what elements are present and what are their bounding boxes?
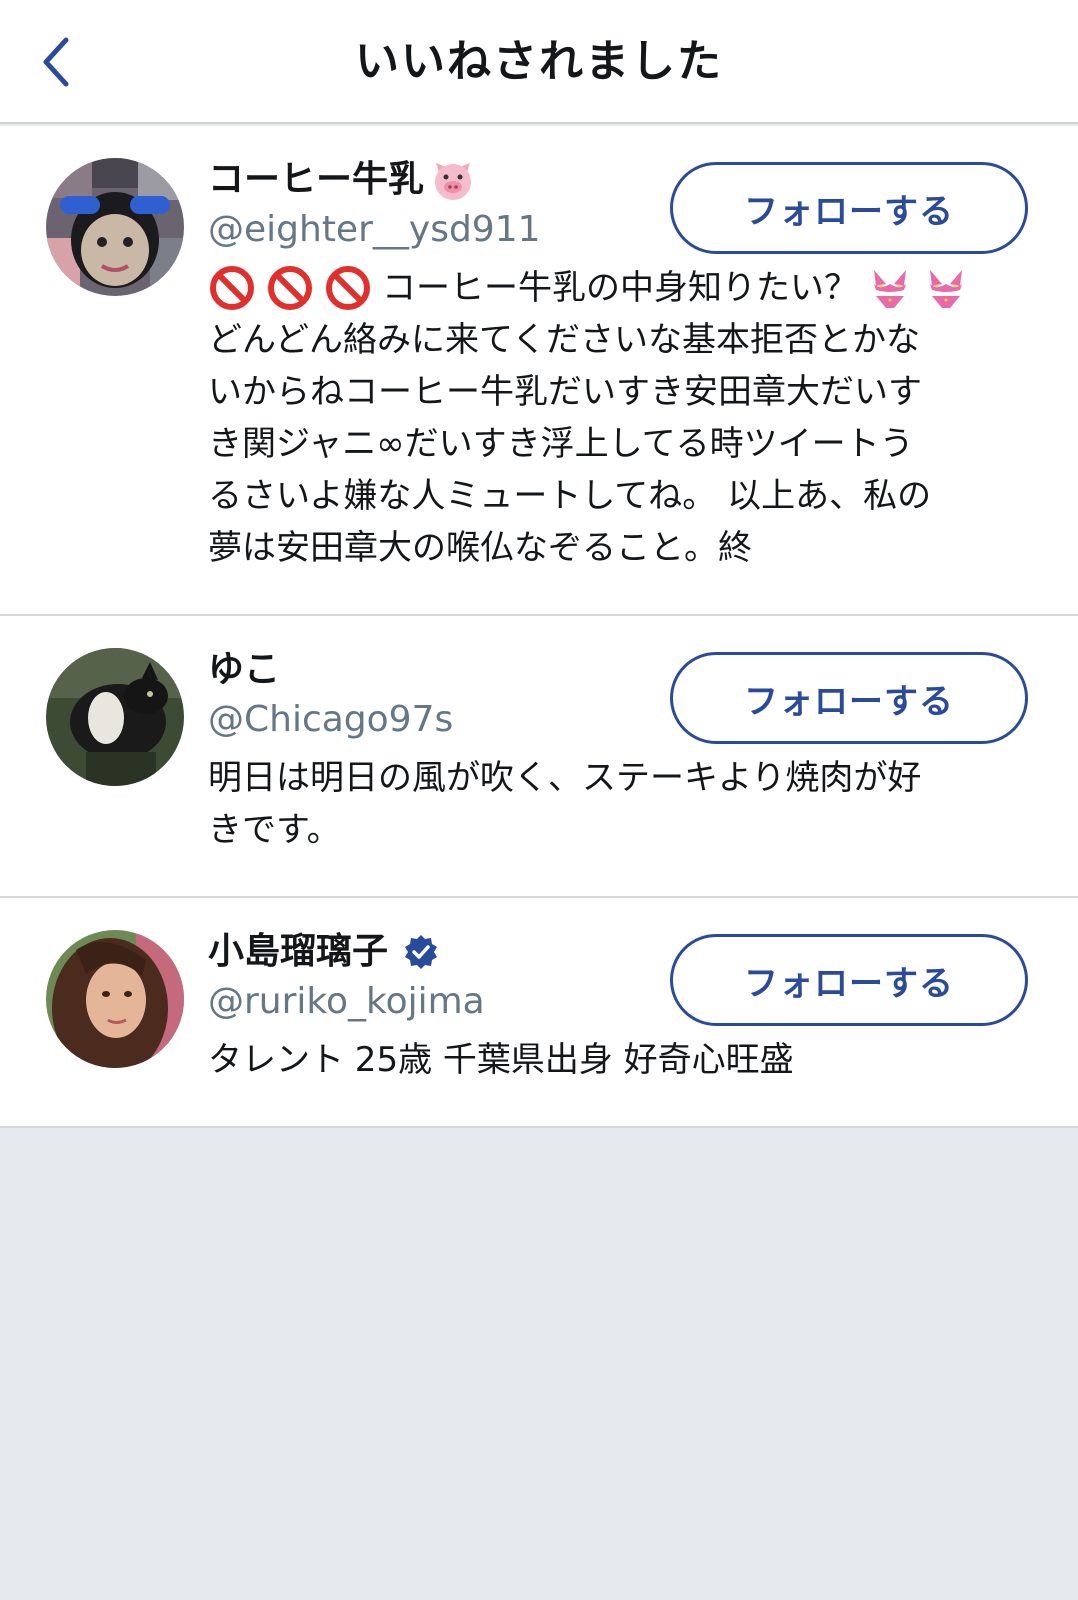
page-title: いいねされました (355, 36, 723, 87)
bio-line: いからねコーヒー牛乳だいすき安田章大だいす (208, 372, 922, 412)
user-name-text: ゆこ (208, 649, 281, 690)
bikini-icon (874, 270, 906, 308)
navigation-bar: いいねされました (0, 0, 1078, 124)
user-row[interactable]: 小島瑠璃子 @ruriko_kojima フォローする タレント 25歳 千葉県… (0, 898, 1078, 1128)
bio-line: どんどん絡みに来てくださいな基本拒否とかな (208, 320, 920, 360)
follow-button[interactable]: フォローする (670, 652, 1028, 744)
user-bio: タレント 25歳 千葉県出身 好奇心旺盛 (208, 1034, 1018, 1086)
bikini-icon (930, 270, 962, 308)
pig-face-icon (435, 163, 472, 200)
no-entry-icon (326, 266, 370, 310)
liked-users-list: コーヒー牛乳 @eighter__ysd911 フォローする コーヒー牛乳の中身… (0, 126, 1078, 1128)
user-name-text: 小島瑠璃子 (208, 931, 389, 972)
no-entry-icon (268, 266, 312, 310)
bio-text: コーヒー牛乳の中身知りたい？ (382, 268, 858, 308)
user-handle: @Chicago97s (208, 699, 454, 740)
bio-line: 明日は明日の風が吹く、ステーキより焼肉が好 (208, 758, 922, 798)
avatar[interactable] (46, 930, 184, 1068)
avatar[interactable] (46, 158, 184, 296)
verified-badge-icon (405, 935, 438, 969)
user-bio: コーヒー牛乳の中身知りたい？ どんどん絡みに来てくださいな基本拒否とかな いから… (208, 262, 1018, 574)
follow-button[interactable]: フォローする (670, 162, 1028, 254)
bio-line: きです。 (208, 810, 341, 850)
user-bio: 明日は明日の風が吹く、ステーキより焼肉が好 きです。 (208, 752, 1018, 856)
bio-line: タレント 25歳 千葉県出身 好奇心旺盛 (208, 1040, 794, 1080)
bio-line: 夢は安田章大の喉仏なぞること。終 (208, 528, 752, 568)
user-row[interactable]: ゆこ @Chicago97s フォローする 明日は明日の風が吹く、ステーキより焼… (0, 616, 1078, 898)
bio-line: コーヒー牛乳の中身知りたい？ (208, 262, 1018, 314)
user-name[interactable]: コーヒー牛乳 (208, 156, 476, 204)
app-screen: いいねされました コーヒー牛乳 @eighter__ysd911 フォローする … (0, 0, 1078, 1600)
no-entry-icon (210, 266, 254, 310)
follow-button[interactable]: フォローする (670, 934, 1028, 1026)
bio-line: き関ジャニ∞だいすき浮上してる時ツイートう (208, 424, 914, 464)
user-row[interactable]: コーヒー牛乳 @eighter__ysd911 フォローする コーヒー牛乳の中身… (0, 126, 1078, 616)
user-handle: @ruriko_kojima (208, 981, 485, 1022)
user-name[interactable]: ゆこ (208, 646, 280, 694)
user-name[interactable]: 小島瑠璃子 (208, 928, 440, 976)
bio-line: るさいよ嫌な人ミュートしてね。 以上あ、私の (208, 476, 932, 516)
empty-background (0, 1130, 1078, 1600)
user-handle: @eighter__ysd911 (208, 209, 541, 250)
user-name-text: コーヒー牛乳 (208, 159, 425, 200)
avatar[interactable] (46, 648, 184, 786)
